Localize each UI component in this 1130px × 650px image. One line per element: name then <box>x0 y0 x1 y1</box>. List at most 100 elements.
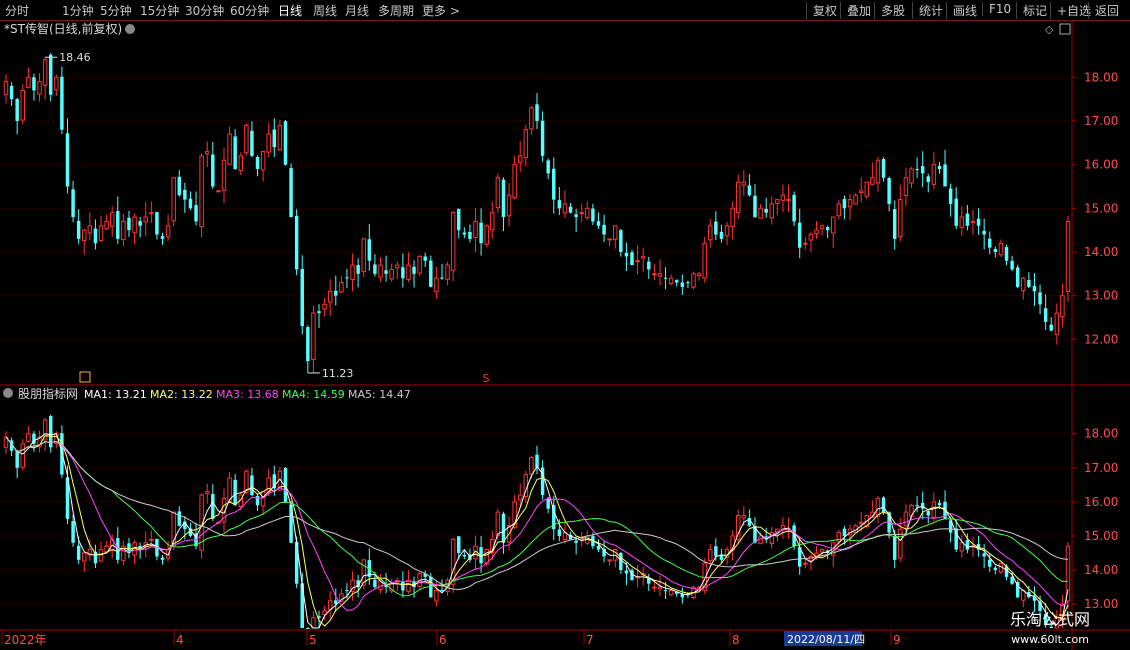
main-candle-up <box>87 225 93 234</box>
main-candle-up <box>819 225 825 230</box>
main-candle-up <box>227 133 232 165</box>
main-candle-down <box>155 212 159 235</box>
main-candle-up <box>870 177 875 185</box>
main-candle-down <box>675 280 679 283</box>
main-candle-up <box>37 81 42 95</box>
main-candle-down <box>440 277 444 279</box>
main-candle-up <box>350 264 355 280</box>
main-candle-up <box>529 107 534 130</box>
ma-candle-down <box>714 546 718 557</box>
main-candle-up <box>864 181 870 197</box>
main-candle-up <box>1054 312 1060 336</box>
main-candle-down <box>887 178 891 204</box>
main-candle-down <box>9 85 14 100</box>
main-candle-up <box>970 220 976 223</box>
main-candle-down <box>65 133 70 187</box>
high-label: 18.46 <box>59 51 90 64</box>
ma-candle-down <box>574 540 578 543</box>
main-candle-down <box>462 232 467 235</box>
main-candle-down <box>943 164 947 187</box>
main-candle-up <box>909 168 914 184</box>
ma-candle-down <box>663 590 668 592</box>
main-candle-down <box>345 277 349 279</box>
main-candle-down <box>479 222 483 244</box>
main-candle-down <box>250 130 254 156</box>
ma-candle-up <box>495 511 501 536</box>
main-candle-down <box>602 224 606 235</box>
main-candle-down <box>160 236 165 239</box>
ma-candle-down <box>892 536 897 560</box>
main-candle-up <box>724 225 730 237</box>
main-candle-down <box>334 290 338 296</box>
ma-candle-down <box>596 545 601 550</box>
ma-candle-down <box>233 479 237 506</box>
cursor-date-label: 2022/08/11/四 <box>787 633 865 646</box>
main-candle-up <box>998 242 1004 256</box>
main-candle-down <box>535 104 539 121</box>
ma-candle-up <box>434 590 439 602</box>
main-candle-down <box>976 218 981 226</box>
main-candle-down <box>306 327 310 362</box>
main-candle-up <box>808 234 814 241</box>
main-candle-down <box>468 231 472 239</box>
ma-candle-up <box>814 552 819 557</box>
main-candle-up <box>98 225 104 241</box>
main-candle-up <box>277 124 283 151</box>
stock-chart: 12.0013.0014.0015.0016.0017.0018.0013.00… <box>0 20 1130 650</box>
main-candle-up <box>613 225 618 240</box>
main-candle-down <box>797 222 802 248</box>
ma-candle-down <box>15 450 19 468</box>
main-candle-up <box>3 81 9 96</box>
ma-candle-up <box>657 586 663 590</box>
ma-legend-1: MA1: 13.21 <box>84 388 147 401</box>
ma-legend-3: MA3: 13.68 <box>216 388 279 401</box>
main-candle-down <box>920 166 925 174</box>
main-candle-down <box>993 248 998 252</box>
ma-candle-down <box>211 493 215 519</box>
main-candle-up <box>562 203 568 214</box>
panel-maximize-icon <box>1059 23 1071 35</box>
main-candle-down <box>954 198 958 226</box>
ma-candle-up <box>931 501 937 518</box>
ma-candle-down <box>401 581 405 591</box>
main-candle-down <box>60 76 64 130</box>
ma-ytick-label: 17.00 <box>1084 461 1118 475</box>
main-candle-up <box>898 199 903 238</box>
main-candle-down <box>183 189 187 200</box>
main-candle-up <box>244 124 249 154</box>
main-candle-up <box>836 203 842 217</box>
ma-candle-up <box>149 538 154 541</box>
main-candle-up <box>931 164 937 185</box>
main-candle-up <box>858 190 864 194</box>
main-candle-down <box>188 198 193 209</box>
main-candle-up <box>668 277 674 285</box>
main-candle-up <box>378 264 383 278</box>
ma-candle-up <box>26 433 31 443</box>
main-candle-up <box>702 242 707 279</box>
ma-candle-down <box>557 529 562 536</box>
main-candle-up <box>512 164 517 199</box>
main-candle-up <box>579 212 584 215</box>
ma-candle-up <box>875 497 881 517</box>
main-candle-down <box>1043 308 1048 322</box>
main-candle-down <box>501 179 506 218</box>
main-candle-down <box>892 209 897 239</box>
xaxis-label: 2022年 <box>4 633 47 647</box>
ma-panel-title: 股朋指标网 <box>18 386 78 401</box>
main-candle-up <box>490 212 495 231</box>
main-candle-up <box>54 76 59 91</box>
main-candle-down <box>1004 247 1009 261</box>
main-candle-up <box>445 264 450 280</box>
main-candle-up <box>607 238 612 241</box>
main-candle-up <box>143 216 148 223</box>
ma-candle-up <box>858 521 864 525</box>
main-candle-down <box>686 282 690 284</box>
main-candle-down <box>32 77 36 91</box>
main-candle-up <box>132 216 137 234</box>
diamond-icon: ◇ <box>1045 23 1054 36</box>
main-ytick-label: 18.00 <box>1084 70 1118 84</box>
main-candle-up <box>831 216 836 234</box>
main-candle-up <box>434 277 439 293</box>
ma-candle-down <box>255 495 260 506</box>
main-candle-down <box>753 195 757 218</box>
